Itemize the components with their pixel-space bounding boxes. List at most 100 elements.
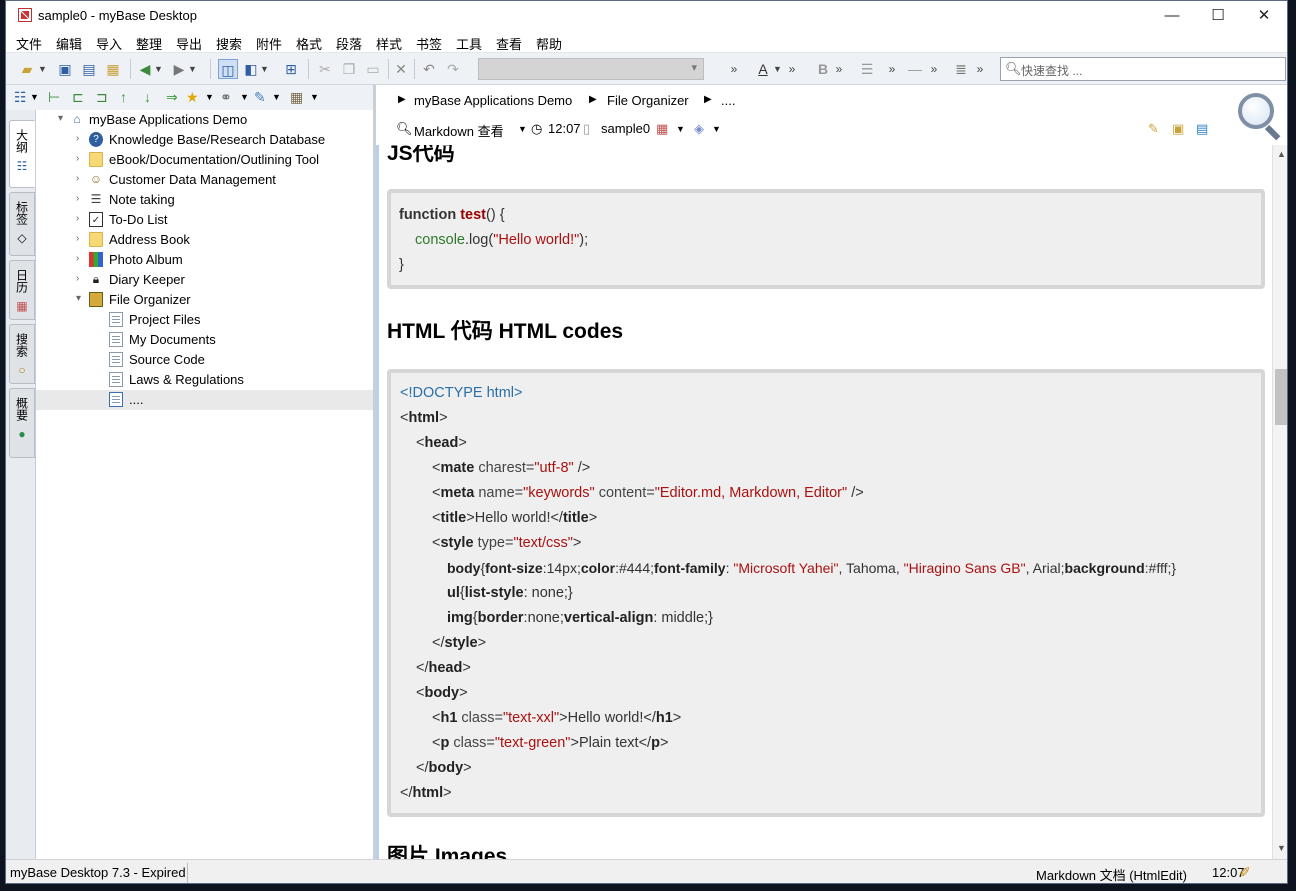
overflow-chevron-icon[interactable]: » [786,59,798,79]
overflow-chevron-icon[interactable]: » [974,59,986,79]
chevron-down-icon[interactable]: ▼ [773,59,782,79]
move-right-icon[interactable]: ⇒ [166,88,178,106]
tree-item-ebook[interactable]: › eBook/Documentation/Outlining Tool [36,150,373,170]
chevron-down-icon[interactable]: ▼ [205,88,214,106]
overflow-chevron-icon[interactable]: » [833,59,845,79]
vertical-scrollbar[interactable]: ▲ ▼ [1272,145,1287,859]
menu-tools[interactable]: 工具 [456,34,482,53]
chevron-down-icon[interactable]: ▼ [38,59,47,79]
indent-icon[interactable]: ≣ [952,59,970,79]
move-down-icon[interactable]: ↓ [144,88,151,106]
breadcrumb-current[interactable]: .... [721,93,735,108]
window-icon[interactable]: ▤ [1196,121,1208,137]
font-combo[interactable] [478,58,704,80]
menu-import[interactable]: 导入 [96,34,122,53]
layout-table-icon[interactable]: ⊞ [282,59,300,79]
chevron-right-icon[interactable]: › [76,213,79,224]
tree-item-source-code[interactable]: Source Code [36,350,373,370]
archive-icon[interactable]: ▦ [104,59,122,79]
tree-root[interactable]: ▾ ⌂ myBase Applications Demo [36,110,373,130]
quick-search-input[interactable]: 快速查找 ... [1021,62,1082,79]
star-icon[interactable]: ★ [186,88,199,106]
chevron-down-icon[interactable]: ▼ [154,59,163,79]
scroll-up-icon[interactable]: ▲ [1277,149,1286,159]
save-icon[interactable]: ▣ [56,59,74,79]
chevron-down-icon[interactable]: ▼ [30,88,39,106]
menu-organize[interactable]: 整理 [136,34,162,53]
menu-file[interactable]: 文件 [16,34,42,53]
redo-icon[interactable]: ↷ [444,59,462,79]
chevron-right-icon[interactable]: › [76,173,79,184]
menu-format[interactable]: 格式 [296,34,322,53]
breadcrumb-root[interactable]: myBase Applications Demo [414,93,572,108]
menu-paragraph[interactable]: 段落 [336,34,362,53]
menu-export[interactable]: 导出 [176,34,202,53]
paste-icon[interactable]: ▭ [364,59,382,79]
move-up-icon[interactable]: ↑ [120,88,127,106]
overflow-chevron-icon[interactable]: » [728,59,740,79]
menu-search[interactable]: 搜索 [216,34,242,53]
chevron-down-icon[interactable]: ▼ [518,124,527,134]
link-icon[interactable]: ⚭ [220,88,232,106]
tree-item-laws[interactable]: Laws & Regulations [36,370,373,390]
scroll-thumb[interactable] [1275,369,1287,425]
layout-split-icon[interactable]: ◫ [218,59,238,79]
tree-item-todo-list[interactable]: › ✓ To-Do List [36,210,373,230]
chevron-right-icon[interactable]: › [76,233,79,244]
menu-edit[interactable]: 编辑 [56,34,82,53]
tab-tags[interactable]: 标签 ◇ [9,192,35,256]
tab-calendar[interactable]: 日历 ▦ [9,260,35,320]
overflow-chevron-icon[interactable]: » [928,59,940,79]
tag-icon[interactable]: ◈ [694,121,704,137]
calendar-icon[interactable]: ▦ [290,88,303,106]
attachment-icon[interactable]: ✎ [254,88,266,106]
tree-item-knowledge-base[interactable]: › ? Knowledge Base/Research Database [36,130,373,150]
numbered-list-icon[interactable]: ☰ [858,59,876,79]
maximize-button[interactable]: ☐ [1195,1,1241,31]
move-out-icon[interactable]: ⊐ [96,88,108,106]
undo-icon[interactable]: ↶ [420,59,438,79]
chevron-down-icon[interactable]: ▾ [76,293,81,304]
close-button[interactable]: ✕ [1241,1,1287,31]
chevron-right-icon[interactable]: › [76,193,79,204]
forward-icon[interactable]: ▶ [170,59,188,79]
tree-item-note-taking[interactable]: › ☰ Note taking [36,190,373,210]
broom-icon[interactable]: ✐ [1239,864,1251,881]
chevron-down-icon[interactable]: ▼ [260,59,269,79]
font-color-icon[interactable]: A [754,59,772,79]
back-icon[interactable]: ◀ [136,59,154,79]
chevron-down-icon[interactable]: ▼ [240,88,249,106]
highlight-icon[interactable]: ▣ [1172,121,1184,137]
chevron-right-icon[interactable]: › [76,253,79,264]
chevron-down-icon[interactable]: ▼ [712,124,721,134]
chevron-down-icon[interactable]: ▼ [310,88,319,106]
menu-view[interactable]: 查看 [496,34,522,53]
chevron-down-icon[interactable]: ▼ [272,88,281,106]
menu-attachments[interactable]: 附件 [256,34,282,53]
view-mode-button[interactable]: Markdown 查看 [414,121,504,140]
chevron-down-icon[interactable]: ▼ [676,124,685,134]
minimize-button[interactable]: — [1149,1,1195,31]
new-child-icon[interactable]: ⊏ [72,88,84,106]
copy-icon[interactable]: ❐ [340,59,358,79]
magnifier-icon[interactable] [1238,93,1274,129]
tab-search[interactable]: 搜索 ○ [9,324,35,384]
chevron-right-icon[interactable]: › [76,273,79,284]
tree-item-my-documents[interactable]: My Documents [36,330,373,350]
quick-search-box[interactable]: 🔍︎ 快速查找 ... [1000,57,1286,81]
delete-icon[interactable]: ✕ [392,59,410,79]
tree-item-address-book[interactable]: › Address Book [36,230,373,250]
new-sibling-icon[interactable]: ⊢ [48,88,60,106]
menu-help[interactable]: 帮助 [536,34,562,53]
horizontal-rule-icon[interactable]: — [906,59,924,79]
tab-overview[interactable]: 概要 ● [9,388,35,458]
tree-item-project-files[interactable]: Project Files [36,310,373,330]
cut-icon[interactable]: ✂ [316,59,334,79]
tree-item-customer-data[interactable]: › ☺ Customer Data Management [36,170,373,190]
tree-item-selected[interactable]: .... [36,390,373,410]
edit-icon[interactable]: ✎ [1148,121,1159,137]
open-folder-icon[interactable]: ▰ [18,59,36,79]
tab-outline[interactable]: 大纲 ☷ [9,120,35,188]
layout-panes-icon[interactable]: ◧ [242,59,260,79]
scroll-down-icon[interactable]: ▼ [1277,843,1286,853]
